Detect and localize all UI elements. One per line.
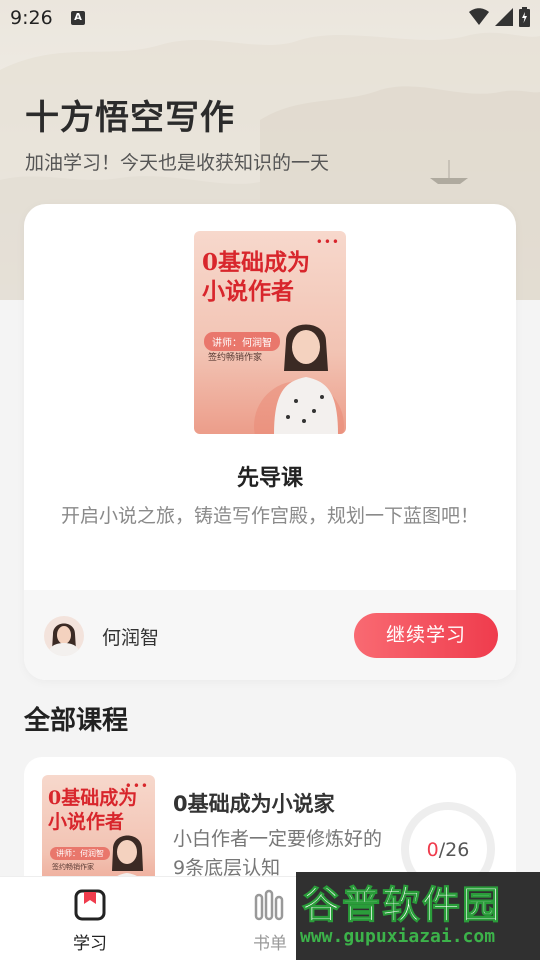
watermark-url: www.gupuxiazai.com (300, 926, 496, 947)
teacher-name: 何润智 (102, 627, 160, 649)
notification-a-icon: A (71, 11, 85, 25)
cover-title: 0基础成为 小说作者 (202, 249, 310, 307)
featured-course-description: 开启小说之旅，铸造写作宫殿，规划一下蓝图吧！ (60, 505, 479, 527)
signal-icon (495, 8, 513, 26)
featured-course-name: 先导课 (236, 466, 303, 491)
course-title: 0基础成为小说家 (173, 792, 335, 816)
progress-done: 0 (426, 839, 439, 861)
nav-label-study: 学习 (73, 934, 107, 954)
watermark-logo: 谷普软件园 (301, 883, 503, 928)
featured-card-footer: 何润智 继续学习 (24, 590, 516, 680)
site-watermark: 谷普软件园 www.gupuxiazai.com (296, 872, 540, 960)
progress-total: 26 (445, 839, 470, 861)
course-progress-text: 0/26 (398, 839, 498, 861)
featured-course-card[interactable]: ••• 0基础成为 小说作者 讲师：何润智 签约畅销作家 先导课 开启小说之旅，… (24, 204, 516, 680)
cover-title-line1: 0基础成为 (48, 787, 138, 809)
cover-title-line1: 0基础成为 (202, 249, 311, 276)
app-subtitle: 加油学习！今天也是收获知识的一天 (25, 152, 330, 174)
nav-tab-study[interactable]: 学习 (50, 889, 130, 954)
status-bar: 9:26 A (0, 0, 540, 36)
teacher-avatar-photo (48, 623, 80, 656)
continue-learning-button[interactable]: 继续学习 (354, 613, 498, 658)
status-time: 9:26 (10, 7, 53, 29)
cover-lecturer-role: 签约畅销作家 (52, 863, 94, 871)
bookmark-book-icon (74, 889, 106, 921)
featured-course-cover[interactable]: ••• 0基础成为 小说作者 讲师：何润智 签约畅销作家 (194, 231, 346, 434)
status-icons (469, 7, 530, 27)
cover-dots: ••• (315, 235, 340, 249)
cover-lecturer-role: 签约畅销作家 (208, 353, 263, 363)
cover-title-line2: 小说作者 (202, 277, 294, 305)
bookshelf-icon (254, 889, 284, 921)
battery-icon (519, 7, 530, 27)
teacher-avatar (44, 616, 84, 656)
lecturer-photo (274, 324, 338, 434)
app-title: 十方悟空写作 (25, 98, 235, 138)
all-courses-heading: 全部课程 (24, 706, 129, 736)
wifi-icon (469, 8, 489, 25)
